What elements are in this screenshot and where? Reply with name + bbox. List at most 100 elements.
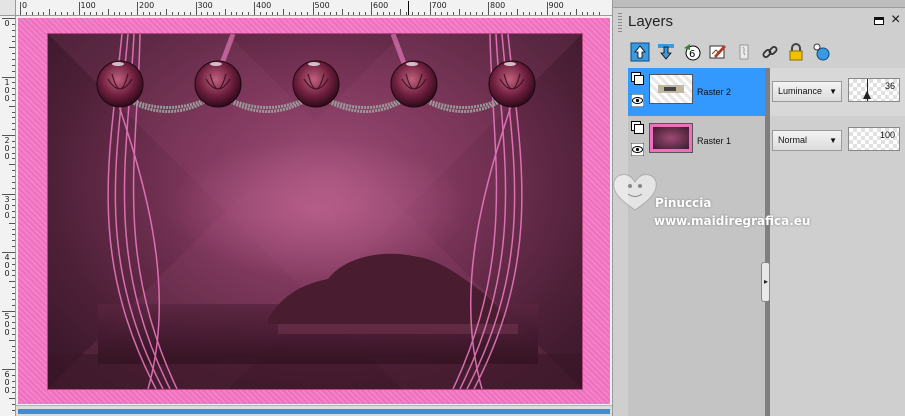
ruler-subtick <box>72 12 74 15</box>
horizontal-ruler: 0 100 200 300 400 500 600 700 800 900 <box>0 0 612 16</box>
ruler-subtick <box>154 12 156 15</box>
canvas-image[interactable] <box>48 34 582 389</box>
ruler-subtick <box>558 12 560 15</box>
splitter-handle[interactable]: ▸ <box>761 262 770 302</box>
ruler-subtick <box>25 12 27 15</box>
visibility-eye-icon[interactable] <box>631 143 644 156</box>
layer-group-icon[interactable] <box>631 72 644 85</box>
ruler-subtick <box>540 12 542 15</box>
opacity-slider[interactable]: 36 <box>848 78 900 102</box>
ruler-subtick <box>12 234 15 236</box>
ruler-subtick <box>12 357 15 359</box>
ruler-subtick <box>12 58 15 60</box>
layer-down-icon[interactable] <box>654 40 677 63</box>
ruler-subtick <box>12 316 15 318</box>
layer-properties: Luminance ▼ 36 Normal ▼ 100 <box>770 68 905 416</box>
ruler-tick <box>137 2 138 15</box>
opacity-value[interactable]: 36 <box>885 81 895 91</box>
layer-thumbnail[interactable] <box>649 74 693 104</box>
ruler-subtick <box>248 12 250 15</box>
ruler-subtick <box>9 164 15 166</box>
close-icon[interactable]: × <box>891 12 900 28</box>
ruler-subtick <box>581 12 583 15</box>
ruler-subtick <box>12 345 15 347</box>
lock-icon[interactable] <box>784 40 807 63</box>
ruler-subtick <box>12 322 15 324</box>
ruler-subtick <box>12 246 15 248</box>
layer-group-icon[interactable] <box>631 121 644 134</box>
ruler-subtick <box>49 9 51 15</box>
ruler-subtick <box>166 9 168 15</box>
blend-mode-value: Luminance <box>778 86 823 96</box>
ruler-tick <box>254 2 255 15</box>
link-icon[interactable] <box>758 40 781 63</box>
ruler-subtick <box>177 12 179 15</box>
layer-row-raster-2[interactable]: Raster 2 <box>628 68 765 116</box>
ruler-tick <box>488 2 489 15</box>
ruler-subtick <box>12 158 15 160</box>
ruler-subtick <box>318 12 320 15</box>
ruler-subtick <box>283 9 285 15</box>
ruler-subtick <box>423 12 425 15</box>
layer-name[interactable]: Raster 1 <box>697 136 731 146</box>
ruler-subtick <box>12 216 15 218</box>
ruler-subtick <box>12 205 15 207</box>
ruler-tick <box>2 135 15 136</box>
ruler-subtick <box>12 23 15 25</box>
svg-text:6: 6 <box>689 49 695 60</box>
ruler-subtick <box>183 12 185 15</box>
ruler-subtick <box>289 12 291 15</box>
ruler-subtick <box>294 12 296 15</box>
ruler-subtick <box>517 9 519 15</box>
ruler-subtick <box>9 47 15 49</box>
layer-up-icon[interactable] <box>628 40 651 63</box>
panel-grip-handle[interactable] <box>618 13 622 33</box>
ruler-subtick <box>12 304 15 306</box>
ruler-label: 6 0 0 <box>4 370 10 395</box>
ruler-tick <box>195 2 197 15</box>
ruler-subtick <box>125 12 127 15</box>
horizontal-scrollbar[interactable] <box>16 405 612 416</box>
ruler-subtick <box>172 12 174 15</box>
ruler-subtick <box>160 12 162 15</box>
ruler-subtick <box>330 12 332 15</box>
layer-name[interactable]: Raster 2 <box>697 87 731 97</box>
blend-mode-dropdown[interactable]: Normal ▼ <box>772 130 842 151</box>
adjustment-icon[interactable] <box>732 40 755 63</box>
ruler-subtick <box>9 222 15 224</box>
ruler-subtick <box>335 12 337 15</box>
ruler-subtick <box>9 105 15 107</box>
ruler-subtick <box>12 140 15 142</box>
image-artwork <box>48 34 582 389</box>
ruler-subtick <box>12 123 15 125</box>
mask-icon[interactable] <box>706 40 729 63</box>
new-group-icon[interactable]: 6 <box>680 40 703 63</box>
ruler-subtick <box>259 12 261 15</box>
scrollbar-thumb[interactable] <box>18 409 610 414</box>
opacity-slider-marker[interactable] <box>863 91 871 99</box>
layers-panel: Layers × 6 Raster 2 Raster 1 ▸ Luminance… <box>612 0 905 416</box>
blend-mode-dropdown[interactable]: Luminance ▼ <box>772 81 842 102</box>
ruler-subtick <box>55 12 57 15</box>
ruler-subtick <box>113 12 115 15</box>
settings-icon[interactable] <box>810 40 833 63</box>
panel-menu-icon[interactable] <box>874 17 884 25</box>
visibility-eye-icon[interactable] <box>631 94 644 107</box>
ruler-subtick <box>394 12 396 15</box>
layer-row-raster-1[interactable]: Raster 1 <box>628 117 765 165</box>
ruler-subtick <box>300 12 302 15</box>
panel-top-tab[interactable] <box>613 0 905 8</box>
ruler-subtick <box>84 12 86 15</box>
ruler-subtick <box>447 12 449 15</box>
opacity-slider[interactable]: 100 <box>848 127 900 151</box>
ruler-label: 2 0 0 <box>4 136 10 161</box>
ruler-subtick <box>353 12 355 15</box>
ruler-subtick <box>242 12 244 15</box>
layer-thumbnail[interactable] <box>649 123 693 153</box>
ruler-subtick <box>213 12 215 15</box>
ruler-subtick <box>12 275 15 277</box>
canvas-area[interactable]: 0 100 200 300 400 500 600 700 800 900 0 1 0 0 2 0 0… <box>0 0 612 416</box>
ruler-subtick <box>599 12 601 15</box>
ruler-subtick <box>12 363 15 365</box>
opacity-value[interactable]: 100 <box>880 130 895 140</box>
